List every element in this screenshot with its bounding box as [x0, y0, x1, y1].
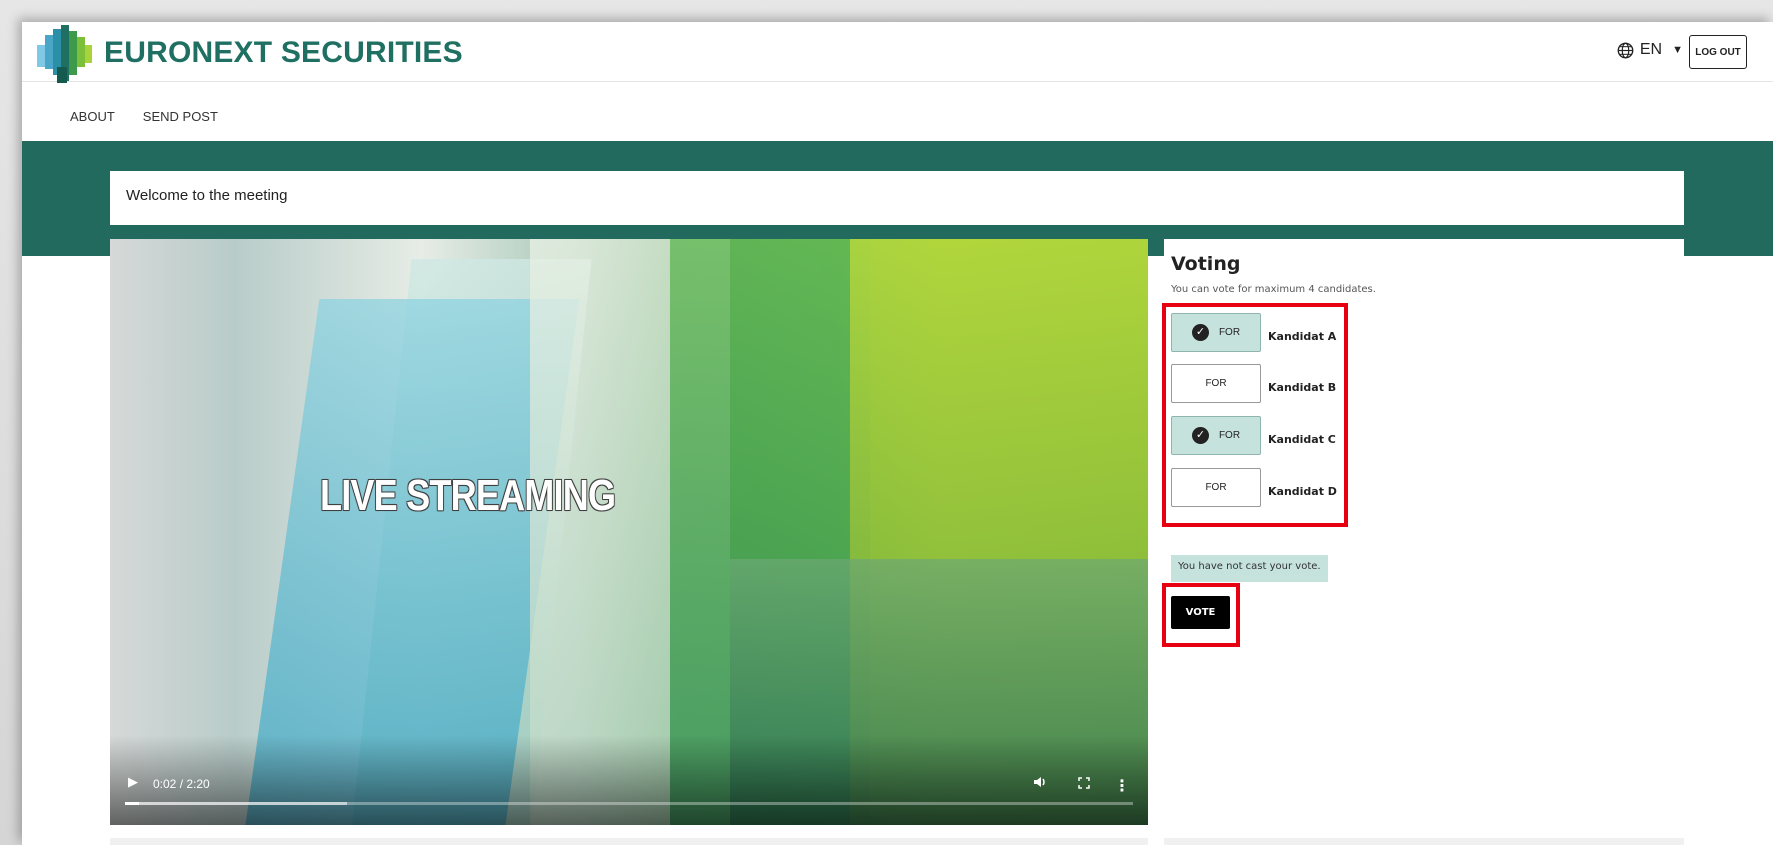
nav-item-about[interactable]: ABOUT [70, 109, 115, 124]
logout-button[interactable]: LOG OUT [1689, 35, 1747, 69]
check-icon: ✓ [1191, 324, 1209, 341]
chevron-down-icon: ▼ [1672, 44, 1683, 56]
volume-icon[interactable] [1033, 775, 1048, 793]
welcome-message: Welcome to the meeting [110, 171, 1684, 225]
content-card-edge [1164, 838, 1684, 845]
for-button-kandidat-a[interactable]: ✓ FOR [1171, 313, 1261, 352]
candidate-name: Kandidat B [1268, 381, 1337, 394]
video-player[interactable]: LIVE STREAMING ▶ 0:02 / 2:20 ⋮ [110, 239, 1148, 825]
vote-button[interactable]: VOTE [1171, 596, 1230, 629]
video-progress-bar[interactable] [125, 802, 1133, 805]
language-selector[interactable]: EN ▼ [1617, 41, 1683, 59]
vote-status: You have not cast your vote. [1171, 555, 1328, 582]
euronext-logo-icon [37, 25, 92, 83]
for-label: FOR [1218, 327, 1241, 338]
main-nav: ABOUT SEND POST [70, 109, 218, 124]
language-label: EN [1639, 41, 1663, 58]
for-button-kandidat-b[interactable]: ✓ FOR [1171, 364, 1261, 403]
video-overlay-text: LIVE STREAMING [320, 471, 616, 520]
check-icon: ✓ [1191, 427, 1209, 444]
for-button-kandidat-c[interactable]: ✓ FOR [1171, 416, 1261, 455]
candidate-row-d: ✓ FOR Kandidat D [1171, 468, 1337, 507]
candidate-name: Kandidat C [1268, 433, 1336, 446]
video-time: 0:02 / 2:20 [153, 777, 210, 791]
candidate-name: Kandidat D [1268, 485, 1337, 498]
fullscreen-icon[interactable] [1078, 777, 1090, 793]
voting-title: Voting [1171, 253, 1241, 275]
video-progress-fill [125, 802, 140, 805]
nav-item-send-post[interactable]: SEND POST [143, 109, 218, 124]
header: EURONEXT SECURITIES EN ▼ LOG OUT [22, 22, 1773, 83]
candidate-row-b: ✓ FOR Kandidat B [1171, 364, 1336, 403]
for-label: FOR [1205, 378, 1227, 389]
page: EURONEXT SECURITIES EN ▼ LOG OUT ABOUT S… [22, 22, 1773, 845]
globe-icon [1617, 42, 1634, 58]
video-buffer-bar [125, 802, 347, 805]
voting-panel: Voting You can vote for maximum 4 candid… [1162, 239, 1684, 825]
for-label: FOR [1218, 430, 1241, 441]
for-button-kandidat-d[interactable]: ✓ FOR [1171, 468, 1261, 507]
content-card-edge [110, 838, 1148, 845]
more-options-icon[interactable]: ⋮ [1114, 776, 1130, 795]
video-controls-bar [110, 735, 1148, 825]
candidate-name: Kandidat A [1268, 330, 1337, 343]
for-label: FOR [1205, 482, 1227, 493]
brand-name: EURONEXT SECURITIES [104, 36, 463, 69]
voting-instructions: You can vote for maximum 4 candidates. [1171, 284, 1376, 295]
play-icon[interactable]: ▶ [128, 775, 138, 790]
candidate-row-a: ✓ FOR Kandidat A [1171, 313, 1336, 352]
candidate-row-c: ✓ FOR Kandidat C [1171, 416, 1336, 455]
